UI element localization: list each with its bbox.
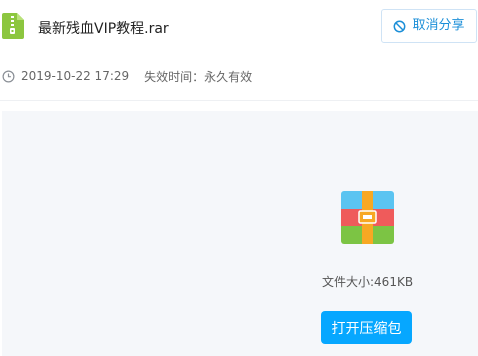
file-size: 文件大小:461KB	[322, 275, 414, 289]
winrar-archive-icon	[341, 191, 394, 244]
open-archive-button[interactable]: 打开压缩包	[321, 311, 412, 344]
archive-file-icon	[2, 13, 24, 39]
cancel-share-button[interactable]: 取消分享	[381, 9, 477, 43]
file-name: 最新残血VIP教程.rar	[38, 21, 169, 37]
expiry-text: 失效时间：永久有效	[144, 69, 253, 84]
clock-icon	[2, 70, 15, 82]
share-page: 最新残血VIP教程.rar 取消分享 2019-10-22 17:29 失效时间…	[0, 0, 478, 356]
ban-icon	[394, 20, 406, 32]
share-meta: 2019-10-22 17:29 失效时间：永久有效	[2, 67, 252, 85]
preview-panel: 文件大小:461KB 打开压缩包	[2, 111, 478, 356]
header-divider	[0, 100, 478, 101]
cancel-share-label: 取消分享	[412, 18, 465, 33]
shared-date: 2019-10-22 17:29	[21, 69, 130, 83]
